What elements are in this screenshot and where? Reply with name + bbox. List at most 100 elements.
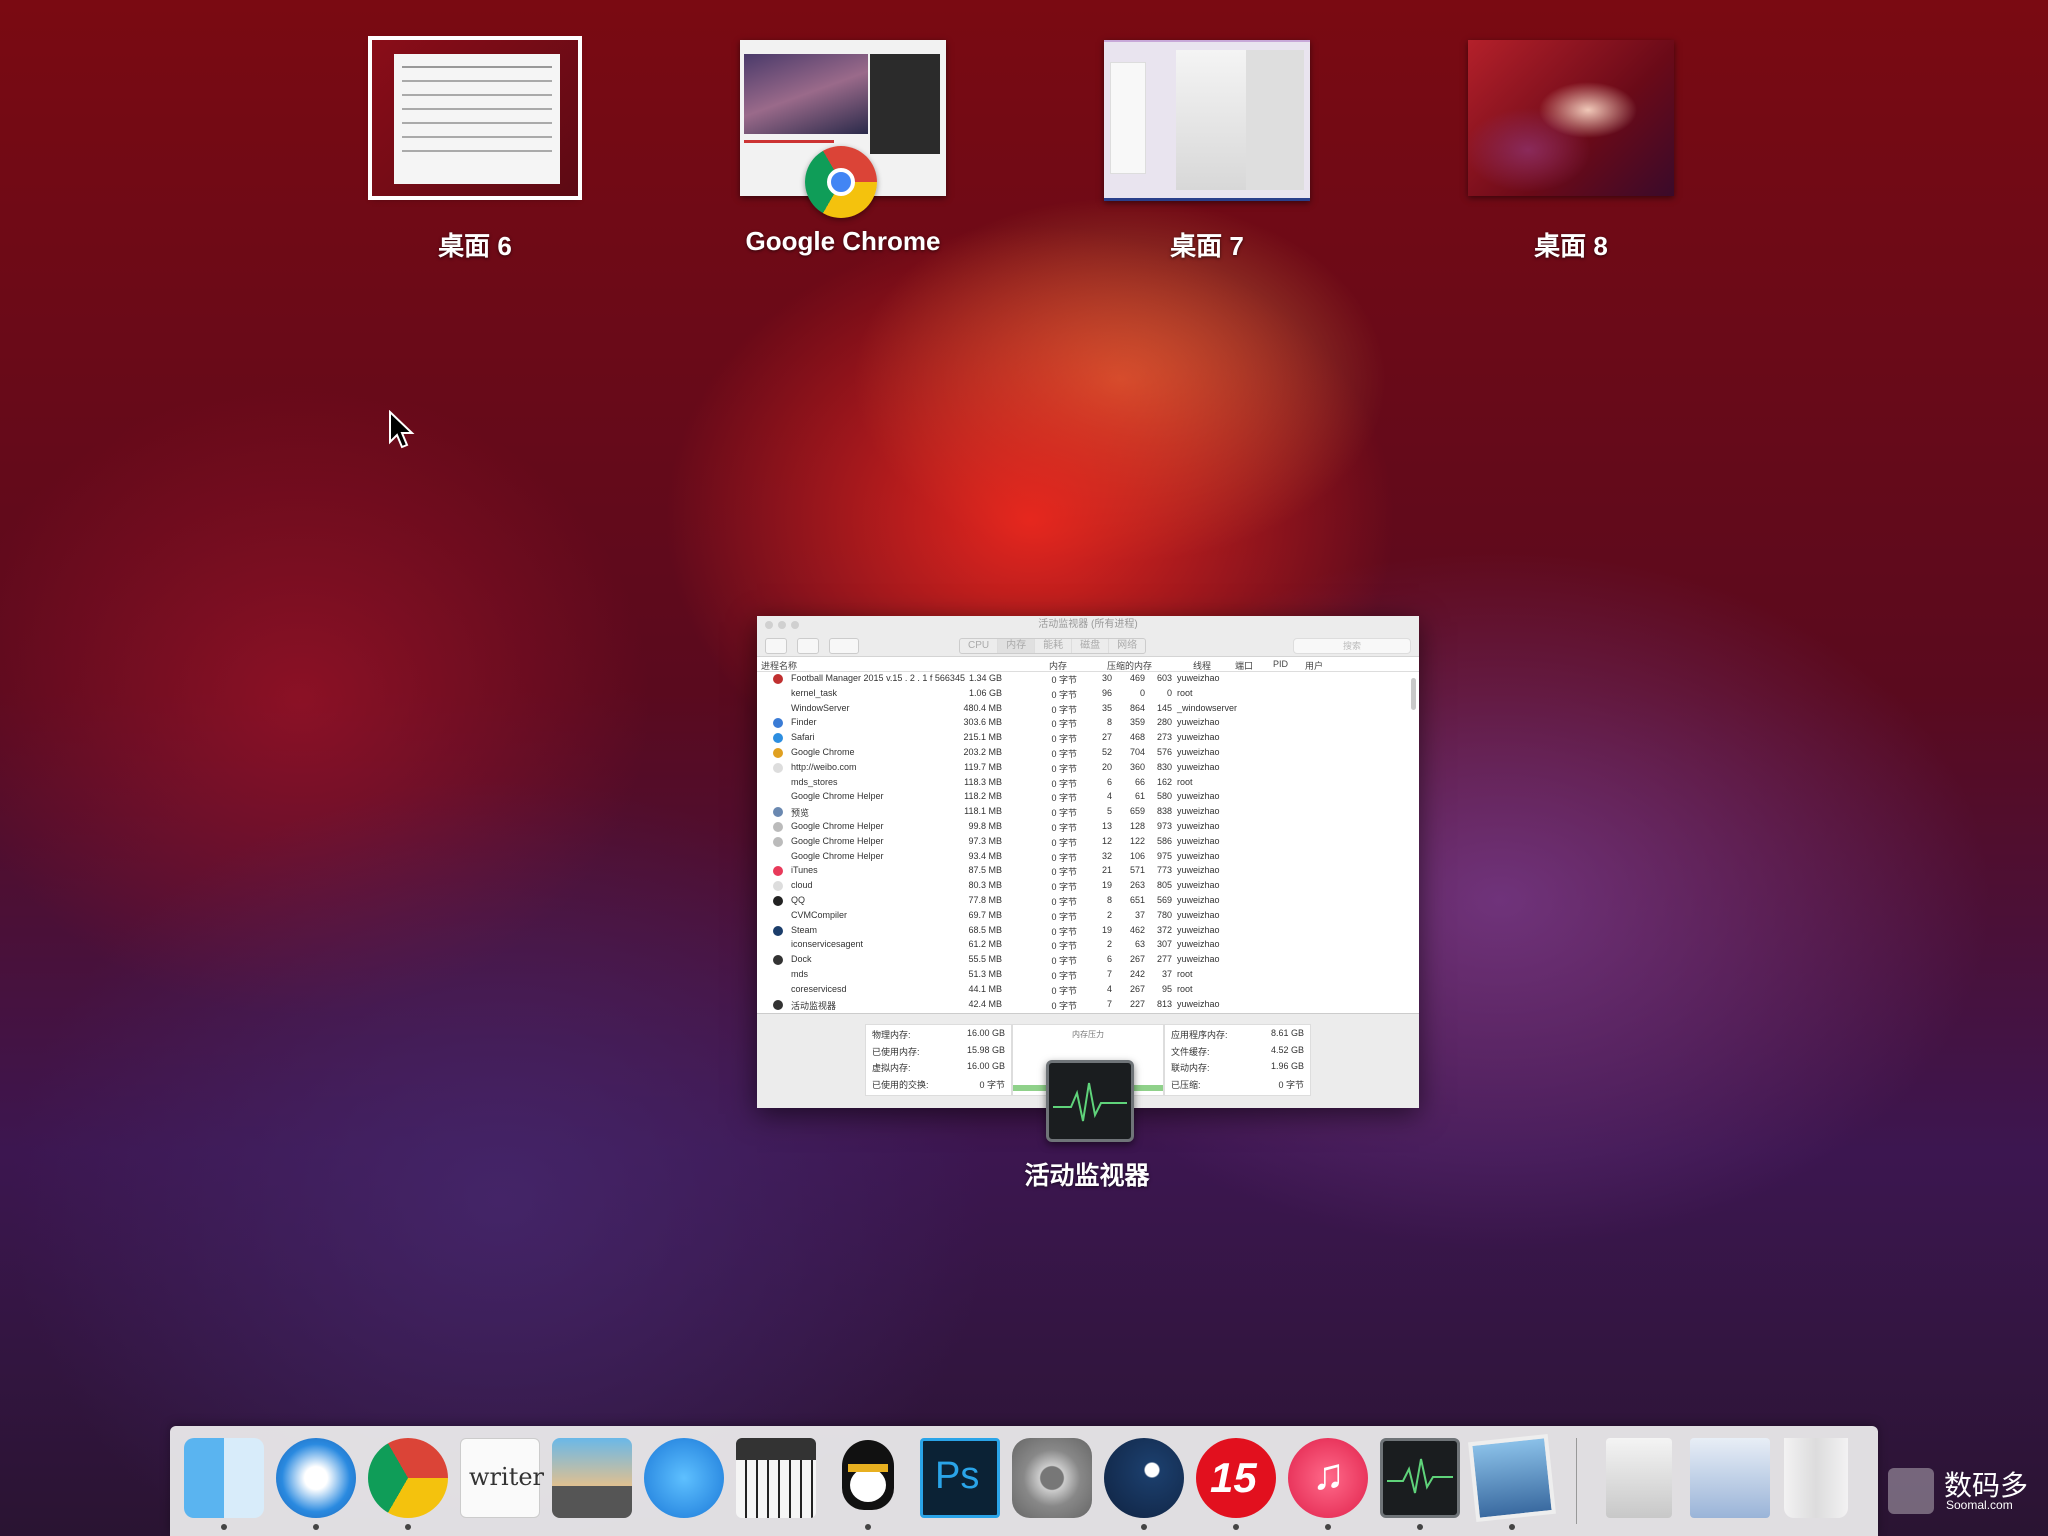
col-user[interactable]: 用户 [1305, 659, 1323, 672]
tab-disk[interactable]: 磁盘 [1072, 639, 1110, 653]
process-pid: 975 [1156, 850, 1172, 861]
process-threads: 6 [1106, 776, 1112, 787]
process-threads: 6 [1106, 954, 1112, 965]
process-compressed: 0 字节 [1051, 911, 1077, 922]
close-window-button[interactable] [765, 621, 773, 629]
process-row[interactable]: Finder 303.6 MB 0 字节 8 359 280 yuweizhao [757, 716, 1419, 731]
finder-icon[interactable] [184, 1438, 264, 1518]
memory-stat-key: 已压缩: [1171, 1079, 1201, 1090]
process-row[interactable]: iconservicesagent 61.2 MB 0 字节 2 63 307 yuweiz… [757, 938, 1419, 953]
app-store-icon[interactable] [644, 1438, 724, 1518]
process-row[interactable]: Google Chrome Helper 118.2 MB 0 字节 4 61 580 yu… [757, 790, 1419, 805]
dock-separator [1576, 1438, 1577, 1524]
preview-icon[interactable] [1468, 1434, 1556, 1522]
process-memory: 99.8 MB [968, 820, 1002, 831]
process-memory: 61.2 MB [968, 939, 1002, 950]
gear-icon[interactable] [829, 638, 859, 654]
process-memory: 97.3 MB [968, 835, 1002, 846]
col-compressed[interactable]: 压缩的内存 [1107, 659, 1152, 672]
process-row[interactable]: 活动监视器 42.4 MB 0 字节 7 227 813 yuweizhao [757, 998, 1419, 1013]
desktop-8-preview [1468, 40, 1674, 196]
process-name: WindowServer [791, 702, 850, 713]
desktop-7-thumbnail[interactable]: 桌面 7 [1104, 40, 1310, 261]
memory-stats-right: 应用程序内存: 8.61 GB 文件缓存: 4.52 GB 联动内存: 1.96 GB 已压… [1164, 1024, 1311, 1096]
process-ports: 66 [1134, 776, 1145, 787]
col-process-name[interactable]: 进程名称 [761, 659, 797, 672]
activity-monitor-window[interactable]: 活动监视器 (所有进程) CPU 内存 能耗 磁盘 网络 搜索 进程名称 内存 … [757, 616, 1419, 1108]
process-memory: 80.3 MB [968, 880, 1002, 891]
chrome-icon[interactable] [368, 1438, 448, 1518]
steam-icon[interactable] [1104, 1438, 1184, 1518]
process-row[interactable]: WindowServer 480.4 MB 0 字节 35 864 145 _windows… [757, 702, 1419, 717]
process-ports: 469 [1129, 673, 1145, 683]
tab-energy[interactable]: 能耗 [1035, 639, 1073, 653]
process-pid: 145 [1156, 702, 1172, 713]
process-row[interactable]: mds_stores 118.3 MB 0 字节 6 66 162 root [757, 776, 1419, 791]
process-icon [773, 925, 783, 936]
process-ports: 468 [1129, 732, 1145, 743]
trash-icon[interactable] [1784, 1438, 1848, 1518]
process-ports: 63 [1134, 939, 1145, 950]
football-manager-icon[interactable]: 15 [1196, 1438, 1276, 1518]
process-threads: 2 [1106, 909, 1112, 920]
tab-memory[interactable]: 内存 [998, 639, 1036, 653]
col-pid[interactable]: PID [1273, 659, 1288, 669]
system-preferences-icon[interactable] [1012, 1438, 1092, 1518]
desktop-8-thumbnail[interactable]: 桌面 8 [1468, 40, 1674, 261]
process-row[interactable]: Dock 55.5 MB 0 字节 6 267 277 yuweizhao [757, 953, 1419, 968]
process-memory: 480.4 MB [963, 702, 1002, 713]
safari-icon[interactable] [276, 1438, 356, 1518]
process-row[interactable]: Google Chrome Helper 97.3 MB 0 字节 12 122 586 y… [757, 835, 1419, 850]
desktop-6-label: 桌面 6 [438, 231, 512, 261]
process-row[interactable]: Google Chrome 203.2 MB 0 字节 52 704 576 yuweizh… [757, 746, 1419, 761]
desktop-6-thumbnail[interactable]: 桌面 6 [368, 36, 582, 261]
col-threads[interactable]: 线程 [1193, 659, 1211, 672]
tab-network[interactable]: 网络 [1109, 639, 1145, 653]
documents-stack-icon[interactable] [1606, 1438, 1672, 1518]
tab-cpu[interactable]: CPU [960, 639, 999, 653]
process-row[interactable]: CVMCompiler 69.7 MB 0 字节 2 37 780 yuweizhao [757, 909, 1419, 924]
image-capture-icon[interactable] [552, 1438, 632, 1518]
process-user: yuweizhao [1177, 998, 1220, 1009]
process-row[interactable]: mds 51.3 MB 0 字节 7 242 37 root [757, 968, 1419, 983]
inspect-process-button[interactable] [797, 638, 819, 654]
process-memory: 215.1 MB [963, 732, 1002, 743]
minimize-window-button[interactable] [778, 621, 786, 629]
process-row[interactable]: Football Manager 2015 v.15 . 2 . 1 f 566… [757, 672, 1419, 687]
process-row[interactable]: Google Chrome Helper 99.8 MB 0 字节 13 128 973 y… [757, 820, 1419, 835]
window-label: 活动监视器 [1024, 1162, 1150, 1190]
downloads-stack-icon[interactable] [1690, 1438, 1770, 1518]
table-scrollbar[interactable] [1411, 678, 1416, 710]
search-input[interactable]: 搜索 [1293, 638, 1411, 654]
desktop-7-label: 桌面 7 [1170, 231, 1244, 261]
piano-icon[interactable] [736, 1438, 816, 1518]
process-pid: 813 [1156, 998, 1172, 1009]
itunes-icon[interactable]: ♫ [1288, 1438, 1368, 1518]
activity-monitor-icon[interactable] [1380, 1438, 1460, 1518]
photoshop-icon[interactable]: Ps [920, 1438, 1000, 1518]
process-row[interactable]: http://weibo.com 119.7 MB 0 字节 20 360 830 yuwe… [757, 761, 1419, 776]
process-ports: 659 [1129, 806, 1145, 817]
process-row[interactable]: Safari 215.1 MB 0 字节 27 468 273 yuweizhao [757, 731, 1419, 746]
process-row[interactable]: iTunes 87.5 MB 0 字节 21 571 773 yuweizhao [757, 864, 1419, 879]
zoom-window-button[interactable] [791, 621, 799, 629]
desktop-6-preview [368, 36, 582, 200]
process-compressed: 0 字节 [1051, 689, 1077, 700]
process-compressed: 0 字节 [1051, 956, 1077, 967]
process-row[interactable]: QQ 77.8 MB 0 字节 8 651 569 yuweizhao [757, 894, 1419, 909]
process-row[interactable]: 预览 118.1 MB 0 字节 5 659 838 yuweizhao [757, 805, 1419, 820]
col-memory[interactable]: 内存 [1049, 659, 1067, 672]
process-ports: 242 [1129, 968, 1145, 979]
stop-process-button[interactable] [765, 638, 787, 654]
col-ports[interactable]: 端口 [1235, 659, 1253, 672]
process-row[interactable]: Google Chrome Helper 93.4 MB 0 字节 32 106 975 y… [757, 850, 1419, 865]
process-ports: 263 [1129, 880, 1145, 891]
process-row[interactable]: cloud 80.3 MB 0 字节 19 263 805 yuweizhao [757, 879, 1419, 894]
memory-stat-key: 已使用的交换: [872, 1079, 929, 1090]
process-pid: 586 [1156, 835, 1172, 846]
writer-icon[interactable]: writer [460, 1438, 544, 1518]
process-row[interactable]: kernel_task 1.06 GB 0 字节 96 0 0 root [757, 687, 1419, 702]
process-row[interactable]: Steam 68.5 MB 0 字节 19 462 372 yuweizhao [757, 924, 1419, 939]
qq-icon[interactable] [828, 1438, 908, 1518]
process-row[interactable]: coreservicesd 44.1 MB 0 字节 4 267 95 root [757, 983, 1419, 998]
